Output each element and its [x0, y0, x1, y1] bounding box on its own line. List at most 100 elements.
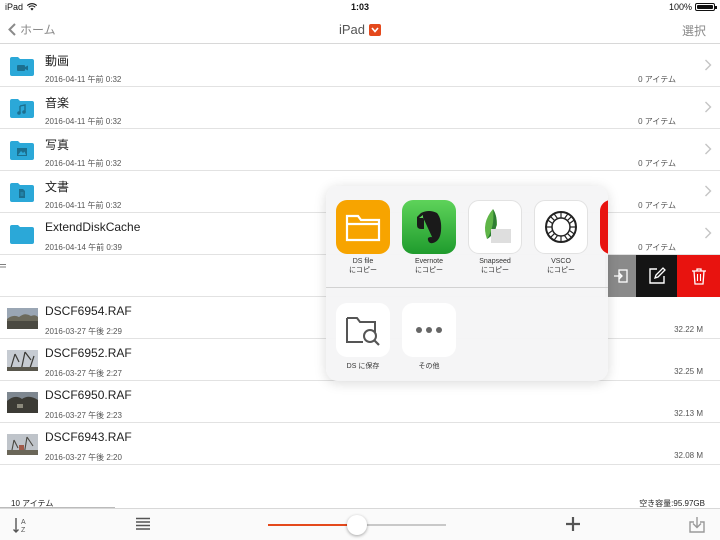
- app-label-line2: にコピー: [481, 267, 509, 274]
- svg-text:Z: Z: [21, 527, 26, 534]
- status-battery: 100%: [668, 2, 717, 12]
- file-name: DSCF6954.RAF: [45, 304, 132, 318]
- share-actions-row: DS に保存 その他: [326, 289, 608, 381]
- location-dropdown[interactable]: iPad: [338, 22, 382, 37]
- folder-icon: [10, 225, 34, 244]
- zoom-slider-track-filled: [268, 524, 357, 526]
- delete-button[interactable]: [677, 255, 720, 297]
- app-label-line2: にコピー: [547, 267, 575, 274]
- action-label: DS に保存: [346, 363, 380, 370]
- file-size: 32.22 M: [674, 325, 703, 334]
- edit-icon: [648, 267, 666, 284]
- folder-name: 文書: [45, 180, 70, 194]
- app-label-line1: VSCO: [551, 258, 571, 265]
- more-icon: [402, 303, 456, 357]
- select-button[interactable]: 選択: [682, 22, 706, 39]
- download-icon: [689, 517, 705, 533]
- trash-icon: [691, 268, 706, 285]
- app-label-line1: Snapseed: [479, 258, 511, 265]
- list-icon: [136, 517, 150, 530]
- chevron-right-icon: [705, 185, 712, 197]
- folder-item-count: 0 アイテム: [638, 75, 676, 84]
- photo-folder-icon: [10, 141, 34, 160]
- app-label-line1: Evernote: [414, 258, 444, 265]
- move-button[interactable]: [605, 255, 636, 297]
- share-snapseed-button[interactable]: Snapseed にコピー: [468, 200, 522, 275]
- footer-info: 10 アイテム 空き容量:95.97GB: [0, 496, 720, 508]
- download-button[interactable]: [688, 516, 706, 539]
- video-folder-icon: [10, 57, 34, 76]
- file-date: 2016-03-27 午後 2:29: [45, 327, 122, 336]
- folder-date: 2016-04-11 午前 0:32: [45, 201, 122, 210]
- raw-photo-thumbnail: [7, 434, 38, 455]
- file-name: DSCF6952.RAF: [45, 346, 132, 360]
- folder-date: 2016-04-11 午前 0:32: [45, 117, 122, 126]
- file-name: DSCF6943.RAF: [45, 430, 132, 444]
- file-size: 32.13 M: [674, 409, 703, 418]
- save-to-ds-button[interactable]: DS に保存: [336, 303, 390, 371]
- search-folder-icon: [336, 303, 390, 357]
- raw-photo-thumbnail: [7, 350, 38, 371]
- zoom-slider-thumb[interactable]: [347, 515, 367, 535]
- music-folder-icon: [10, 99, 34, 118]
- drag-handle-icon: [0, 264, 6, 268]
- file-row[interactable]: DSCF6943.RAF 2016-03-27 午後 2:20 32.08 M: [0, 423, 720, 465]
- document-folder-icon: [10, 183, 34, 202]
- file-size: 32.08 M: [674, 451, 703, 460]
- folder-item-count: 0 アイテム: [638, 201, 676, 210]
- chevron-right-icon: [705, 59, 712, 71]
- file-date: 2016-03-27 午後 2:23: [45, 411, 122, 420]
- vsco-icon: [534, 200, 588, 254]
- folder-name: ExtendDiskCache: [45, 220, 141, 234]
- chevron-right-icon: [705, 143, 712, 155]
- list-view-button[interactable]: [135, 516, 151, 537]
- ds-file-icon: [336, 200, 390, 254]
- sort-button[interactable]: AZ: [12, 516, 30, 539]
- file-date: 2016-03-27 午後 2:27: [45, 369, 122, 378]
- navigation-bar: ホーム iPad 選択: [0, 14, 720, 44]
- file-row[interactable]: DSCF6950.RAF 2016-03-27 午後 2:23 32.13 M: [0, 381, 720, 423]
- folder-item-count: 0 アイテム: [638, 243, 676, 252]
- folder-row-music[interactable]: 音楽 2016-04-11 午前 0:32 0 アイテム: [0, 87, 720, 129]
- chevron-right-icon: [705, 227, 712, 239]
- share-ds-file-button[interactable]: DS file にコピー: [336, 200, 390, 275]
- sort-icon: AZ: [13, 518, 26, 534]
- folder-row-photo[interactable]: 写真 2016-04-11 午前 0:32 0 アイテム: [0, 129, 720, 171]
- share-apps-row: DS file にコピー Evernote にコピー Snapseed にコピー VS…: [326, 186, 608, 288]
- bottom-toolbar: AZ: [0, 508, 720, 540]
- status-bar: iPad 1:03 100%: [0, 0, 720, 14]
- app-label-line2: にコピー: [415, 267, 443, 274]
- raw-photo-thumbnail: [7, 392, 38, 413]
- chevron-down-icon: [369, 23, 382, 36]
- status-time: 1:03: [350, 2, 369, 12]
- file-name: DSCF6950.RAF: [45, 388, 132, 402]
- folder-item-count: 0 アイテム: [638, 159, 676, 168]
- zoom-slider-track[interactable]: [357, 524, 446, 526]
- folder-name: 動画: [45, 54, 70, 68]
- add-button[interactable]: [565, 516, 581, 537]
- page-title: iPad: [338, 22, 366, 37]
- move-icon: [613, 269, 628, 283]
- share-sheet: DS file にコピー Evernote にコピー Snapseed にコピー VS…: [326, 186, 608, 381]
- file-date: 2016-03-27 午後 2:20: [45, 453, 122, 462]
- share-evernote-button[interactable]: Evernote にコピー: [402, 200, 456, 275]
- chevron-right-icon: [705, 101, 712, 113]
- folder-name: 音楽: [45, 96, 70, 110]
- folder-date: 2016-04-11 午前 0:32: [45, 75, 122, 84]
- more-button[interactable]: その他: [402, 303, 456, 371]
- file-size: 32.25 M: [674, 367, 703, 376]
- folder-date: 2016-04-14 午前 0:39: [45, 243, 122, 252]
- app-label-line1: DS file: [352, 258, 374, 265]
- partial-app-icon: [600, 200, 608, 254]
- action-label: その他: [418, 363, 440, 370]
- folder-item-count: 0 アイテム: [638, 117, 676, 126]
- battery-percent: 100%: [668, 2, 692, 12]
- folder-name: 写真: [45, 138, 70, 152]
- share-next-app-button[interactable]: [600, 200, 608, 254]
- app-label-line2: にコピー: [349, 267, 377, 274]
- folder-row-video[interactable]: 動画 2016-04-11 午前 0:32 0 アイテム: [0, 45, 720, 87]
- rename-button[interactable]: [636, 255, 677, 297]
- share-vsco-button[interactable]: VSCO にコピー: [534, 200, 588, 275]
- snapseed-icon: [468, 200, 522, 254]
- folder-date: 2016-04-11 午前 0:32: [45, 159, 122, 168]
